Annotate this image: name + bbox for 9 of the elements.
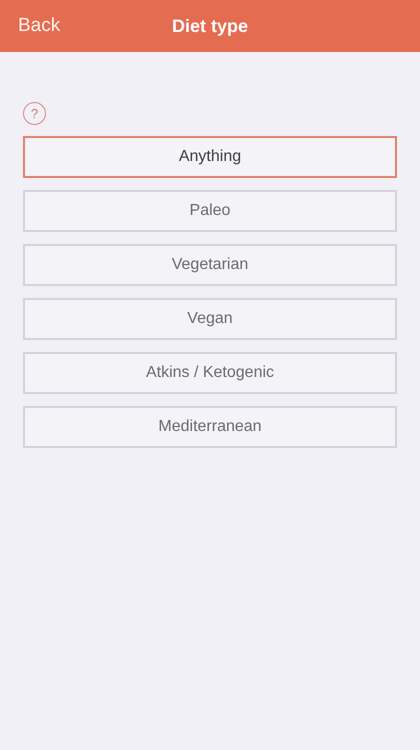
- back-button[interactable]: Back: [18, 12, 60, 40]
- diet-option[interactable]: Anything: [23, 136, 397, 178]
- help-button[interactable]: ?: [23, 102, 46, 125]
- diet-option[interactable]: Paleo: [23, 190, 397, 232]
- diet-option[interactable]: Atkins / Ketogenic: [23, 352, 397, 394]
- diet-option[interactable]: Vegan: [23, 298, 397, 340]
- diet-option[interactable]: Vegetarian: [23, 244, 397, 286]
- diet-option[interactable]: Mediterranean: [23, 406, 397, 448]
- screen-title: Diet type: [172, 14, 248, 38]
